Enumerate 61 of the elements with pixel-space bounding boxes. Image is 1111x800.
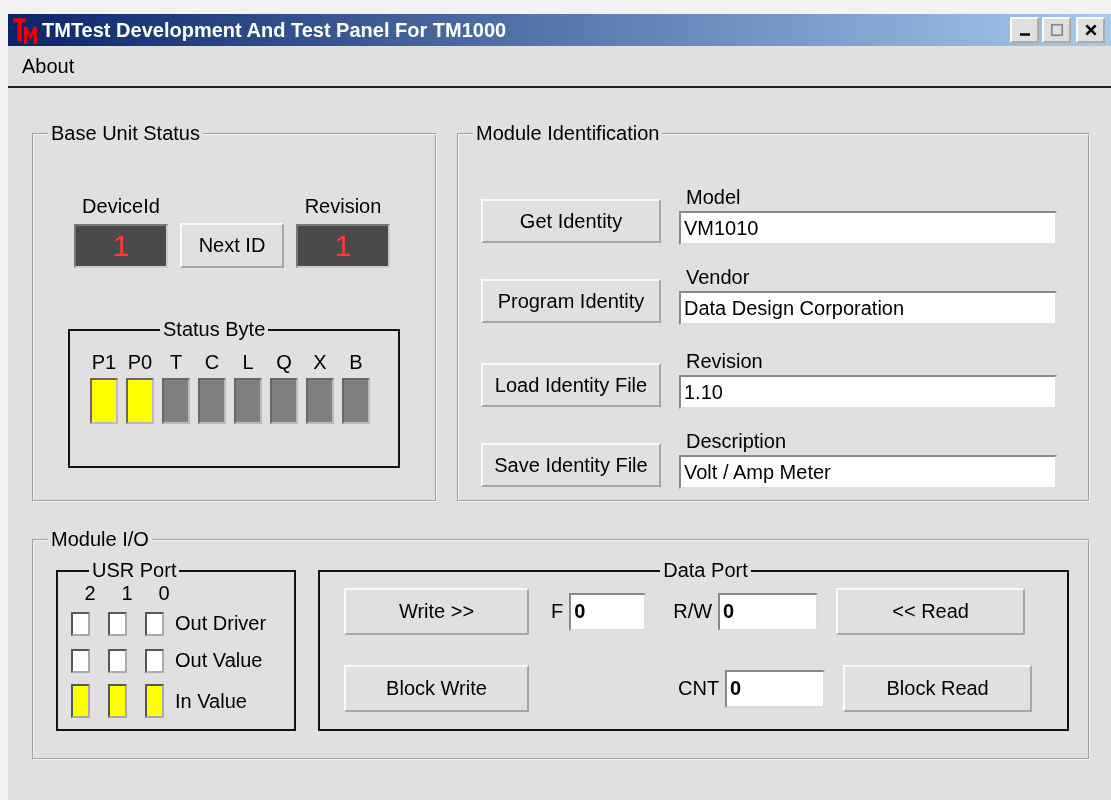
identity-button[interactable]: Load Identity File <box>481 363 661 407</box>
text-field[interactable]: Data Design Corporation <box>679 291 1057 325</box>
text-field[interactable]: 1.10 <box>679 375 1057 409</box>
read-button[interactable]: << Read <box>836 588 1026 635</box>
field-label: Revision <box>686 350 764 373</box>
identity-button[interactable]: Get Identity <box>481 199 661 243</box>
row-label: Out Driver <box>175 612 267 635</box>
field-label: Model <box>686 186 742 209</box>
identity-button[interactable]: Save Identity File <box>481 443 661 487</box>
group-title: Status Byte <box>162 318 267 341</box>
group-title: Data Port <box>662 559 749 582</box>
menu-item[interactable]: About <box>22 54 75 78</box>
maximize-icon <box>1049 23 1064 37</box>
close-icon <box>1083 23 1098 37</box>
f-field[interactable]: 0 <box>569 592 647 631</box>
minimize-icon <box>1019 33 1030 36</box>
device-id-label: DeviceId <box>82 195 160 218</box>
status-bit-label: T <box>169 351 183 374</box>
status-bit-label: Q <box>276 351 292 374</box>
checkbox[interactable] <box>71 648 90 673</box>
identity-button[interactable]: Program Identity <box>481 279 661 323</box>
status-bit-label: B <box>349 351 363 374</box>
field-label: F <box>551 600 564 623</box>
text-field[interactable]: Volt / Amp Meter <box>679 455 1057 489</box>
revision-label: Revision <box>304 195 382 218</box>
status-bit-label: X <box>313 351 327 374</box>
status-bit-label: L <box>242 351 254 374</box>
bit-number-label: 2 <box>83 582 97 605</box>
device-id-display: 1 <box>74 224 168 268</box>
checkbox[interactable] <box>145 648 164 673</box>
tm-logo-icon <box>12 16 38 44</box>
cnt-field[interactable]: 0 <box>725 669 826 708</box>
bit-number-label: 1 <box>120 582 134 605</box>
block-write-button[interactable]: Block Write <box>344 665 529 712</box>
window-title: TMTest Development And Test Panel For TM1000 <box>42 18 507 42</box>
checkbox[interactable] <box>108 648 127 673</box>
checkbox[interactable] <box>145 611 164 636</box>
minimize-button[interactable] <box>1010 17 1039 43</box>
bit-number-label: 0 <box>157 582 171 605</box>
field-label: CNT <box>678 677 720 700</box>
close-button[interactable] <box>1076 17 1105 43</box>
field-label: R/W <box>673 600 713 623</box>
block-read-button[interactable]: Block Read <box>843 665 1033 712</box>
field-label: Vendor <box>686 266 751 289</box>
status-bit-label: P1 <box>91 351 117 374</box>
row-label: In Value <box>175 689 247 713</box>
group-title: USR Port <box>91 559 178 582</box>
rw-field[interactable]: 0 <box>718 592 819 631</box>
row-label: Out Value <box>175 649 263 672</box>
status-bit-label: C <box>204 351 220 374</box>
field-label: Description <box>686 430 788 453</box>
revision-display: 1 <box>296 224 390 268</box>
text-field[interactable]: VM1010 <box>679 211 1057 245</box>
status-bit-label: P0 <box>127 351 153 374</box>
checkbox[interactable] <box>71 611 90 636</box>
group-title: Module I/O <box>50 528 150 551</box>
next-id-button[interactable]: Next ID <box>180 223 284 268</box>
write-button[interactable]: Write >> <box>344 588 529 635</box>
group-title: Module Identification <box>475 122 661 145</box>
group-title: Base Unit Status <box>50 122 201 145</box>
checkbox[interactable] <box>108 611 127 636</box>
